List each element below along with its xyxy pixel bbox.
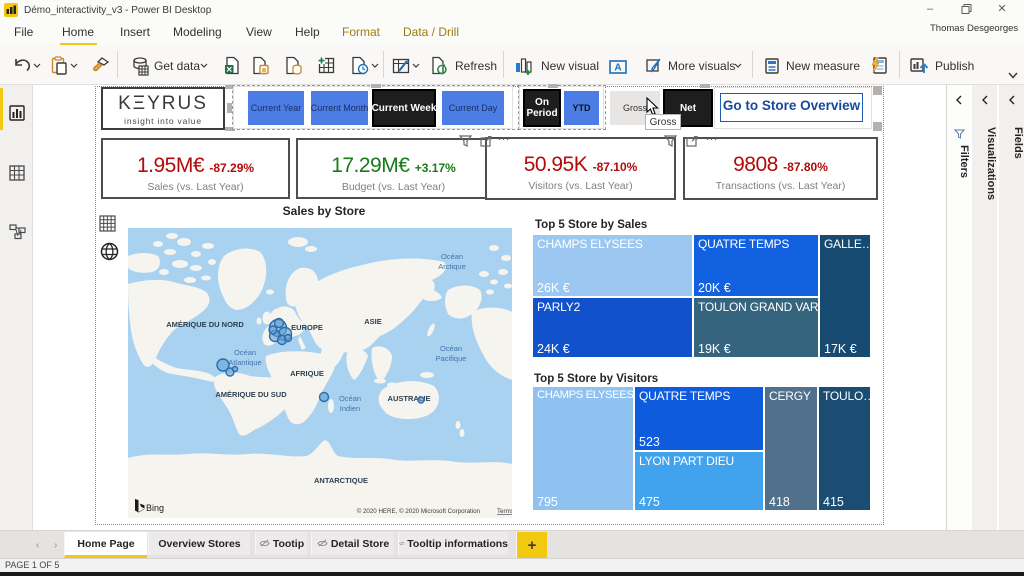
svg-text:Océan: Océan bbox=[234, 348, 256, 357]
svg-text:AMÉRIQUE DU SUD: AMÉRIQUE DU SUD bbox=[215, 390, 287, 399]
svg-text:Océan: Océan bbox=[441, 252, 463, 261]
svg-text:Arctique: Arctique bbox=[438, 262, 466, 271]
svg-text:© 2020 HERE, © 2020 Microsoft: © 2020 HERE, © 2020 Microsoft Corporatio… bbox=[357, 508, 481, 515]
svg-text:AFRIQUE: AFRIQUE bbox=[290, 369, 324, 378]
svg-text:Atlantique: Atlantique bbox=[228, 358, 261, 367]
svg-text:Pacifique: Pacifique bbox=[436, 354, 467, 363]
svg-text:Océan: Océan bbox=[339, 394, 361, 403]
svg-text:Indien: Indien bbox=[340, 404, 360, 413]
svg-text:Bing: Bing bbox=[146, 503, 164, 513]
svg-text:AMÉRIQUE DU NORD: AMÉRIQUE DU NORD bbox=[166, 320, 244, 329]
svg-text:A: A bbox=[614, 63, 621, 74]
svg-text:ANTARCTIQUE: ANTARCTIQUE bbox=[314, 476, 368, 485]
svg-text:ASIE: ASIE bbox=[364, 317, 382, 326]
svg-text:EUROPE: EUROPE bbox=[291, 323, 323, 332]
svg-text:Terms: Terms bbox=[497, 508, 512, 515]
svg-text:Océan: Océan bbox=[440, 344, 462, 353]
